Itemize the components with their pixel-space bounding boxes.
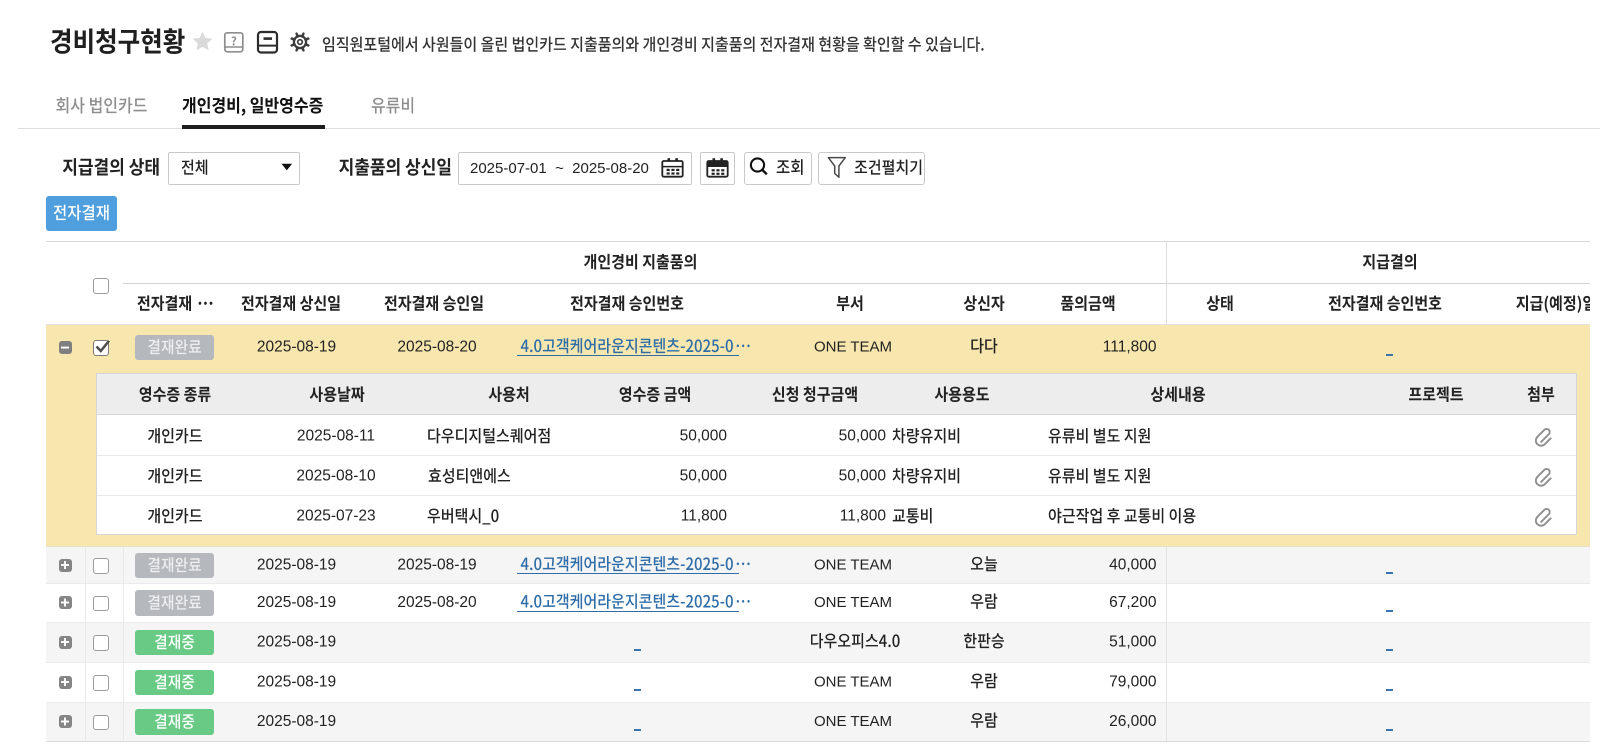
svg-text:2025-07-01 ~ 2025-08-20: 2025-07-01 ~ 2025-08-20 — [470, 160, 649, 177]
svg-text:11,800: 11,800 — [681, 508, 728, 525]
svg-text:50,000: 50,000 — [680, 468, 728, 485]
svg-text:2025-07-23: 2025-07-23 — [296, 508, 375, 525]
svg-text:2025-08-19: 2025-08-19 — [257, 634, 336, 651]
svg-text:11,800: 11,800 — [840, 508, 887, 525]
svg-text:ONE TEAM: ONE TEAM — [814, 557, 892, 574]
svg-text:2025-08-19: 2025-08-19 — [257, 713, 336, 730]
svg-text:26,000: 26,000 — [1109, 713, 1157, 730]
svg-text:ONE TEAM: ONE TEAM — [814, 339, 892, 356]
svg-text:2025-08-19: 2025-08-19 — [257, 674, 336, 691]
svg-text:2025-08-19: 2025-08-19 — [397, 557, 476, 574]
svg-text:2025-08-19: 2025-08-19 — [257, 339, 336, 356]
svg-text:79,000: 79,000 — [1109, 674, 1157, 691]
svg-text:50,000: 50,000 — [839, 428, 887, 445]
svg-text:2025-08-10: 2025-08-10 — [296, 468, 376, 485]
svg-text:ONE TEAM: ONE TEAM — [814, 674, 892, 691]
svg-text:50,000: 50,000 — [680, 428, 728, 445]
svg-text:111,800: 111,800 — [1103, 339, 1157, 356]
svg-text:67,200: 67,200 — [1109, 594, 1157, 611]
svg-text:ONE TEAM: ONE TEAM — [814, 713, 892, 730]
svg-text:2025-08-19: 2025-08-19 — [257, 594, 336, 611]
svg-text:40,000: 40,000 — [1109, 557, 1157, 574]
svg-text:50,000: 50,000 — [839, 468, 887, 485]
svg-text:2025-08-11: 2025-08-11 — [297, 428, 375, 445]
svg-text:51,000: 51,000 — [1109, 634, 1157, 651]
svg-text:2025-08-20: 2025-08-20 — [397, 339, 477, 356]
svg-text:2025-08-19: 2025-08-19 — [257, 557, 336, 574]
svg-text:2025-08-20: 2025-08-20 — [397, 594, 477, 611]
svg-text:ONE TEAM: ONE TEAM — [814, 594, 892, 611]
